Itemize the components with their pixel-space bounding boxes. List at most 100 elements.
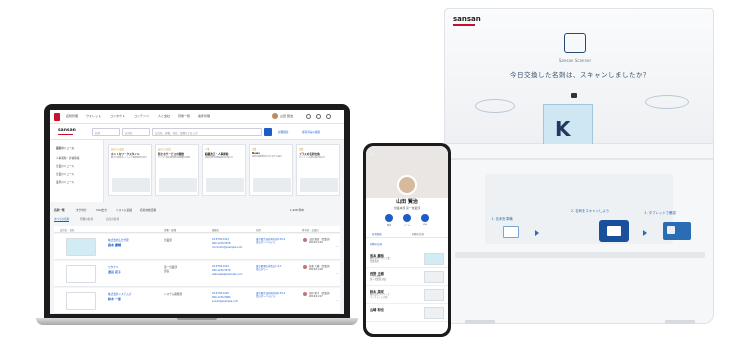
news-card[interactable]: 企業 プラスの名刺交換 オンライン名刺交換が拡大中 — [296, 144, 340, 196]
list-item[interactable]: 山崎 和也 — [366, 304, 448, 322]
search-filter-select[interactable]: 会社名 — [122, 128, 150, 136]
list-item[interactable]: 西野 正樹 アオイ商事 第一営業部 部長 — [366, 268, 448, 286]
more-icon[interactable]: ⋯ — [336, 298, 339, 302]
company-link[interactable]: 株式会社広告代理 — [108, 238, 156, 242]
person-name: 山崎 和也 — [370, 308, 384, 312]
address[interactable]: 東京都渋谷区神宮前5-52-2 青山オーバルビル — [256, 292, 300, 299]
app-logo-icon[interactable] — [54, 113, 60, 121]
section-title: 同僚の名刺 — [370, 243, 382, 246]
sidebar-item[interactable]: 人事異動・昇格情報 — [56, 156, 79, 160]
sidebar-item[interactable]: 企業のニュース — [56, 172, 74, 176]
news-card[interactable]: 人事 組織改正・人事異動 営業本部の体制変更のお知らせ — [202, 144, 246, 196]
saved-search-link[interactable]: 保存済みの検索 — [302, 130, 320, 134]
profile-name: 山田 賢治 — [396, 199, 418, 205]
card-thumbnail — [424, 307, 444, 319]
nav-item[interactable]: コンタクト — [110, 114, 125, 118]
company-link[interactable]: 株式会社システムズ — [108, 292, 156, 296]
nav-item[interactable]: 案件管理 — [198, 114, 210, 118]
news-card[interactable]: あなたの会社 ホットなワークスタイル 働き方改革のトレンドと最新事例を紹介 — [108, 144, 152, 196]
laptop-bezel: 名刺管理 ウォレット コンタクト コンテンツ 人と会社 同僚一覧 案件管理 山田… — [44, 104, 350, 318]
more-icon[interactable]: ⋯ — [336, 244, 339, 248]
nav-item[interactable]: 同僚一覧 — [178, 114, 190, 118]
tab-colleague-cards[interactable]: 同僚の名刺 — [80, 217, 93, 221]
owner-avatar — [303, 265, 307, 269]
gear-icon[interactable] — [326, 114, 331, 119]
tab-all-cards[interactable]: すべての名刺 — [54, 217, 70, 222]
search-button[interactable] — [264, 128, 272, 136]
person-name[interactable]: 森本 慶輔 — [108, 243, 121, 247]
sidebar-item[interactable]: 企業のニュース — [56, 164, 74, 168]
table-row[interactable]: 株式会社システムズ 鈴木 一郎 システム開発部 03-6758-0125 090… — [54, 288, 340, 314]
add-to-list-button[interactable]: リストに追加 — [116, 208, 132, 212]
arrow-right-icon — [643, 230, 647, 236]
mascot-icon — [564, 33, 586, 53]
search-scope-select[interactable]: 名刺 — [92, 128, 120, 136]
list-item[interactable]: 坂本 慶裕 株式会社アオイ工業 営業本部 — [366, 250, 448, 268]
news-title: プラスの名刺交換 — [299, 153, 320, 156]
product-showcase: sansan Sansan Scanner 今日交換した名刺は、スキャンしました… — [0, 0, 732, 338]
nav-item[interactable]: 名刺管理 — [66, 114, 78, 118]
company-link[interactable]: ワタナベ — [108, 265, 156, 269]
top-nav: 名刺管理 ウォレット コンタクト コンテンツ 人と会社 同僚一覧 案件管理 山田… — [50, 110, 344, 124]
user-avatar[interactable] — [272, 113, 278, 119]
contact-info[interactable]: 03-6758-0123 090-1234-5678 morimoto@exam… — [212, 238, 242, 250]
column-header[interactable]: 所有者・交換日 — [302, 228, 319, 232]
card-thumbnail[interactable] — [66, 265, 96, 283]
tab-colleague[interactable]: 同僚の名刺 — [412, 232, 424, 236]
tag-button[interactable]: タグ付け — [76, 208, 87, 212]
tab-my-cards[interactable]: 自分の名刺 — [106, 217, 119, 221]
scanner-icon — [599, 220, 629, 242]
phone-icon[interactable] — [385, 214, 393, 222]
result-count: 1,228 件中 — [290, 208, 304, 212]
nav-item[interactable]: ウォレット — [86, 114, 101, 118]
sort-select[interactable]: 名刺交換日順 — [140, 208, 156, 212]
department: 営業部 — [164, 239, 172, 242]
laptop-device: 名刺管理 ウォレット コンタクト コンテンツ 人と会社 同僚一覧 案件管理 山田… — [36, 104, 358, 336]
chat-icon[interactable] — [306, 114, 311, 119]
address[interactable]: 東京都渋谷区神宮前5-52-2 青山オーバルビル — [256, 238, 300, 245]
contact-info[interactable]: 03-6758-0124 090-1234-5679 watanabe@exam… — [212, 265, 242, 277]
address[interactable]: 東京都港区南青山1-2-3 青山タワー — [256, 265, 300, 272]
advanced-search-link[interactable]: 詳細検索 — [278, 130, 288, 134]
contact-info[interactable]: 03-6758-0125 090-1234-5680 suzuki@exampl… — [212, 292, 238, 304]
card-thumbnail[interactable] — [66, 238, 96, 256]
list-toolbar: 名刺一覧 タグ付け CSV出力 リストに追加 名刺交換日順 1,228 件中 す… — [54, 206, 340, 226]
news-card[interactable]: あなたの会社 新たなサービスの開始 クラウド型名刺管理の新機能を発表 — [155, 144, 199, 196]
scanner-paper-tray: sansan Sansan Scanner 今日交換した名刺は、スキャンしました… — [444, 8, 714, 166]
column-header[interactable]: 会社名・氏名 — [60, 228, 74, 232]
profile-role: 営業本部 第一営業部 — [393, 206, 421, 210]
web-app-screen: 名刺管理 ウォレット コンタクト コンテンツ 人と会社 同僚一覧 案件管理 山田… — [50, 110, 344, 314]
news-title: ホットなワークスタイル — [111, 153, 140, 156]
person-name[interactable]: 渡辺 花子 — [108, 270, 121, 274]
sidebar-heading: 最新のニュース — [56, 147, 75, 150]
list-item[interactable]: 鈴木 美咲 株式会社サイテック マーケティング部 — [366, 286, 448, 304]
list-title: 名刺一覧 — [54, 208, 65, 212]
news-tag: あなたの会社 — [111, 148, 125, 151]
search-input[interactable]: 会社名、部署、氏名、役職などを入力 — [152, 128, 262, 136]
scanner-logo: sansan — [453, 15, 481, 23]
column-header[interactable]: 部署・役職 — [164, 228, 176, 232]
table-row[interactable]: ワタナベ 渡辺 花子 第一営業部 部長 03-6758-0124 090-123… — [54, 261, 340, 287]
column-header[interactable]: 連絡先 — [212, 228, 219, 232]
news-body: 働き方改革のトレンドと最新事例を紹介 — [111, 157, 148, 159]
csv-export-button[interactable]: CSV出力 — [96, 208, 107, 212]
user-name[interactable]: 山田 賢治 — [280, 114, 293, 118]
nav-item[interactable]: 人と会社 — [158, 114, 170, 118]
more-icon[interactable]: ⋯ — [336, 271, 339, 275]
bell-icon[interactable] — [316, 114, 321, 119]
mail-icon[interactable] — [403, 214, 411, 222]
sidebar-item[interactable]: 業界のニュース — [56, 180, 74, 184]
news-card[interactable]: 企業 News 業界の最新動向をまとめてお届け — [249, 144, 293, 196]
card-thumbnail — [424, 253, 444, 265]
card-thumbnail[interactable] — [66, 292, 96, 310]
column-header[interactable]: 住所 — [256, 228, 261, 232]
person-name[interactable]: 鈴木 一郎 — [108, 297, 121, 301]
tab-card-info[interactable]: 名刺情報 — [372, 232, 382, 236]
sns-icon[interactable] — [421, 214, 429, 222]
phone-device: ‹ 山田 賢治 営業本部 第一営業部 電話 メール SNS 名刺情報 同僚の名刺… — [363, 143, 451, 337]
paper-clip-icon — [571, 93, 577, 98]
nav-item[interactable]: コンテンツ — [134, 114, 149, 118]
decoration-icon — [475, 99, 515, 113]
table-row[interactable]: 株式会社広告代理 森本 慶輔 営業部 03-6758-0123 090-1234… — [54, 234, 340, 260]
back-icon[interactable]: ‹ — [371, 151, 373, 158]
